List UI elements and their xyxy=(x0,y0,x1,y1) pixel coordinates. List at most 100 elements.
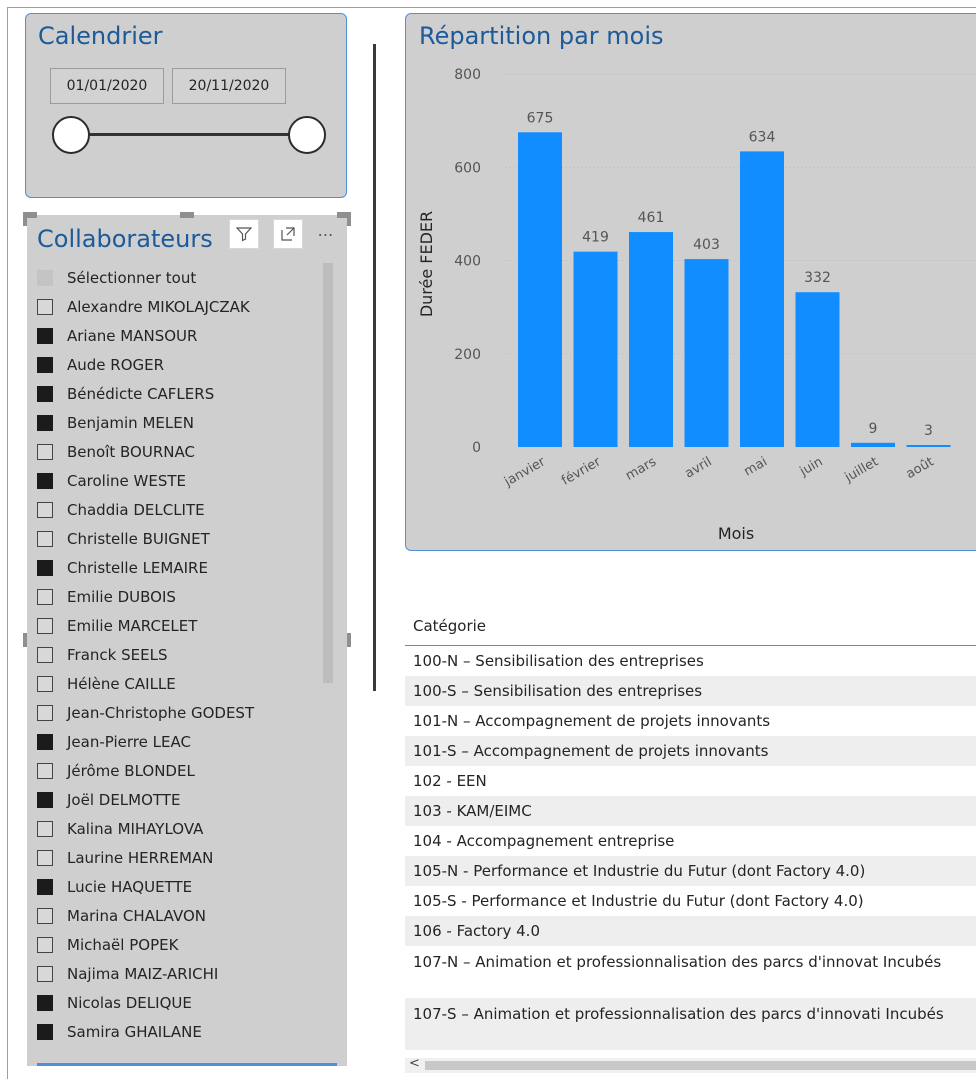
focus-mode-icon[interactable] xyxy=(273,219,303,249)
list-item[interactable]: Emilie MARCELET xyxy=(37,611,317,640)
end-date-input[interactable]: 20/11/2020 xyxy=(172,68,286,104)
bar-mars[interactable] xyxy=(629,232,673,447)
vertical-divider xyxy=(373,44,376,691)
list-item[interactable]: Christelle BUIGNET xyxy=(37,524,317,553)
collaborators-list: Sélectionner tout Alexandre MIKOLAJCZAK A… xyxy=(37,263,317,1051)
resize-handle-left[interactable] xyxy=(23,633,27,647)
table-row[interactable]: 106 - Factory 4.0 xyxy=(405,916,976,946)
list-item[interactable]: Marina CHALAVON xyxy=(37,901,317,930)
table-row[interactable]: 107-N – Animation et professionnalisatio… xyxy=(405,946,976,998)
bar-août[interactable] xyxy=(906,445,951,447)
list-item[interactable]: Jean-Christophe GODEST xyxy=(37,698,317,727)
list-item[interactable]: Franck SEELS xyxy=(37,640,317,669)
x-tick-label: juin xyxy=(797,454,826,479)
bar-février[interactable] xyxy=(573,251,618,447)
collaborator-checkbox[interactable] xyxy=(37,588,53,605)
bar-avril[interactable] xyxy=(684,259,729,447)
start-date-input[interactable]: 01/01/2020 xyxy=(50,68,164,104)
bar-juillet[interactable] xyxy=(851,442,895,447)
collaborator-checkbox[interactable] xyxy=(37,936,53,953)
list-item[interactable]: Laurine HERREMAN xyxy=(37,843,317,872)
collaborator-checkbox[interactable] xyxy=(37,1023,53,1040)
list-item[interactable]: Aude ROGER xyxy=(37,350,317,379)
list-item[interactable]: Ariane MANSOUR xyxy=(37,321,317,350)
collaborator-checkbox[interactable] xyxy=(37,994,53,1011)
list-item[interactable]: Jérôme BLONDEL xyxy=(37,756,317,785)
list-item[interactable]: Christelle LEMAIRE xyxy=(37,553,317,582)
table-row[interactable]: 100-N – Sensibilisation des entreprises xyxy=(405,646,976,676)
data-label: 403 xyxy=(693,237,720,253)
list-item[interactable]: Najima MAIZ-ARICHI xyxy=(37,959,317,988)
collaborator-checkbox[interactable] xyxy=(37,472,53,489)
collaborator-checkbox[interactable] xyxy=(37,385,53,402)
list-item[interactable]: Joël DELMOTTE xyxy=(37,785,317,814)
bar-juin[interactable] xyxy=(795,292,840,447)
filter-icon[interactable] xyxy=(229,219,259,249)
select-all-checkbox[interactable] xyxy=(37,269,53,286)
list-item[interactable]: Samira GHAILANE xyxy=(37,1017,317,1046)
data-label: 419 xyxy=(582,230,609,246)
table-row[interactable]: 102 - EEN xyxy=(405,766,976,796)
collaborator-label: Christelle LEMAIRE xyxy=(67,558,208,577)
collaborator-checkbox[interactable] xyxy=(37,820,53,837)
list-item[interactable]: Emilie DUBOIS xyxy=(37,582,317,611)
list-item[interactable]: Lucie HAQUETTE xyxy=(37,872,317,901)
resize-handle-right[interactable] xyxy=(347,633,351,647)
collaborator-checkbox[interactable] xyxy=(37,298,53,315)
collaborator-label: Najima MAIZ-ARICHI xyxy=(67,964,219,983)
collaborator-checkbox[interactable] xyxy=(37,733,53,750)
table-row[interactable]: 100-S – Sensibilisation des entreprises xyxy=(405,676,976,706)
start-date-handle[interactable] xyxy=(52,116,90,154)
list-item[interactable]: Sonia CAYEMITTES xyxy=(37,1046,317,1051)
list-item[interactable]: Benoît BOURNAC xyxy=(37,437,317,466)
end-date-handle[interactable] xyxy=(288,116,326,154)
collaborator-checkbox[interactable] xyxy=(37,878,53,895)
collaborator-checkbox[interactable] xyxy=(37,327,53,344)
monthly-distribution-chart: 0 200 400 600 800 675 janvier 419 février 461 mars… xyxy=(405,13,976,551)
table-row[interactable]: 103 - KAM/EIMC xyxy=(405,796,976,826)
table-row[interactable]: 107-S – Animation et professionnalisatio… xyxy=(405,998,976,1050)
table-row[interactable]: 101-N – Accompagnement de projets innova… xyxy=(405,706,976,736)
select-all-item[interactable]: Sélectionner tout xyxy=(37,263,317,292)
collaborator-checkbox[interactable] xyxy=(37,646,53,663)
list-item[interactable]: Jean-Pierre LEAC xyxy=(37,727,317,756)
collaborator-checkbox[interactable] xyxy=(37,530,53,547)
table-row[interactable]: 105-N - Performance et Industrie du Futu… xyxy=(405,856,976,886)
list-item[interactable]: Nicolas DELIQUE xyxy=(37,988,317,1017)
collaborator-checkbox[interactable] xyxy=(37,617,53,634)
table-row[interactable]: 101-S – Accompagnement de projets innova… xyxy=(405,736,976,766)
scroll-left-icon[interactable]: < xyxy=(409,1056,420,1071)
bar-janvier[interactable] xyxy=(518,132,562,447)
collaborator-checkbox[interactable] xyxy=(37,356,53,373)
collaborator-checkbox[interactable] xyxy=(37,704,53,721)
collaborator-checkbox[interactable] xyxy=(37,849,53,866)
scroll-thumb[interactable] xyxy=(425,1061,976,1070)
collaborator-checkbox[interactable] xyxy=(37,501,53,518)
collaborator-checkbox[interactable] xyxy=(37,443,53,460)
collaborator-checkbox[interactable] xyxy=(37,791,53,808)
bar-mai[interactable] xyxy=(740,151,784,447)
list-item[interactable]: Kalina MIHAYLOVA xyxy=(37,814,317,843)
resize-handle-top[interactable] xyxy=(180,212,194,218)
collaborator-checkbox[interactable] xyxy=(37,907,53,924)
slicer-bottom-accent xyxy=(37,1063,337,1066)
table-row[interactable]: 105-S - Performance et Industrie du Futu… xyxy=(405,886,976,916)
list-item[interactable]: Hélène CAILLE xyxy=(37,669,317,698)
list-item[interactable]: Alexandre MIKOLAJCZAK xyxy=(37,292,317,321)
list-item[interactable]: Michaël POPEK xyxy=(37,930,317,959)
collaborator-checkbox[interactable] xyxy=(37,675,53,692)
table-row[interactable]: 104 - Accompagnement entreprise xyxy=(405,826,976,856)
list-item[interactable]: Benjamin MELEN xyxy=(37,408,317,437)
collaborator-checkbox[interactable] xyxy=(37,965,53,982)
list-item[interactable]: Caroline WESTE xyxy=(37,466,317,495)
collaborator-checkbox[interactable] xyxy=(37,559,53,576)
list-item[interactable]: Chaddia DELCLITE xyxy=(37,495,317,524)
table-header-categorie[interactable]: Catégorie xyxy=(405,606,976,646)
collaborator-checkbox[interactable] xyxy=(37,762,53,779)
table-horizontal-scrollbar[interactable]: < xyxy=(405,1056,976,1073)
y-tick-label: 600 xyxy=(454,160,481,176)
list-item[interactable]: Bénédicte CAFLERS xyxy=(37,379,317,408)
collaborator-checkbox[interactable] xyxy=(37,414,53,431)
list-scrollbar[interactable] xyxy=(323,263,333,683)
more-options-icon[interactable]: ⋯ xyxy=(311,219,341,249)
